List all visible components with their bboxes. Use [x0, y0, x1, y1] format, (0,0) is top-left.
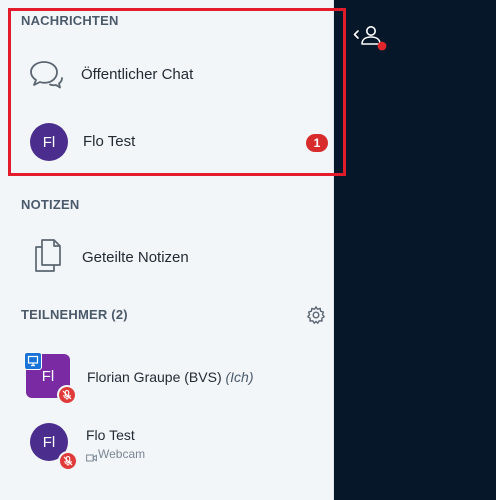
toggle-user-list-button[interactable]: [352, 24, 392, 57]
notes-section-header: NOTIZEN: [21, 197, 80, 212]
muted-microphone-icon: [58, 451, 78, 471]
participant-name: Florian Graupe (BVS) (Ich): [87, 369, 254, 385]
shared-notes-label: Geteilte Notizen: [82, 249, 189, 266]
participant-name: Flo Test: [86, 427, 135, 443]
avatar: Fl: [30, 123, 68, 161]
participants-section-header: TEILNEHMER (2): [21, 307, 128, 322]
participant-item[interactable]: Fl Flo Test Webcam: [0, 416, 333, 476]
documents-icon: [33, 237, 63, 278]
webcam-icon: [86, 449, 97, 467]
unread-count: 1: [313, 136, 321, 150]
avatar-initials: Fl: [41, 367, 55, 385]
user-list-toggle-icon: [353, 26, 387, 51]
private-chat-name: Flo Test: [83, 133, 136, 150]
shared-notes-item[interactable]: Geteilte Notizen: [0, 229, 333, 285]
avatar-initials: Fl: [42, 433, 56, 451]
participant-item-self[interactable]: Fl Florian Graupe (BVS) (Ich): [0, 348, 333, 408]
public-chat-label: Öffentlicher Chat: [81, 66, 194, 83]
messages-section-header: NACHRICHTEN: [21, 13, 119, 28]
public-chat-item[interactable]: Öffentlicher Chat: [0, 46, 333, 102]
webcam-status: Webcam: [98, 447, 146, 461]
private-chat-item[interactable]: Fl Flo Test 1: [0, 114, 333, 170]
avatar-initials: Fl: [42, 133, 56, 151]
chat-bubbles-icon: [28, 58, 64, 97]
unread-badge: 1: [306, 134, 328, 152]
presenter-icon: [24, 352, 42, 370]
user-list-sidebar: NACHRICHTEN Öffentlicher Chat Fl Flo Tes…: [0, 0, 333, 500]
self-tag: (Ich): [225, 369, 254, 385]
main-area: [334, 0, 496, 500]
gear-icon[interactable]: [306, 305, 326, 330]
muted-microphone-icon: [57, 385, 77, 405]
